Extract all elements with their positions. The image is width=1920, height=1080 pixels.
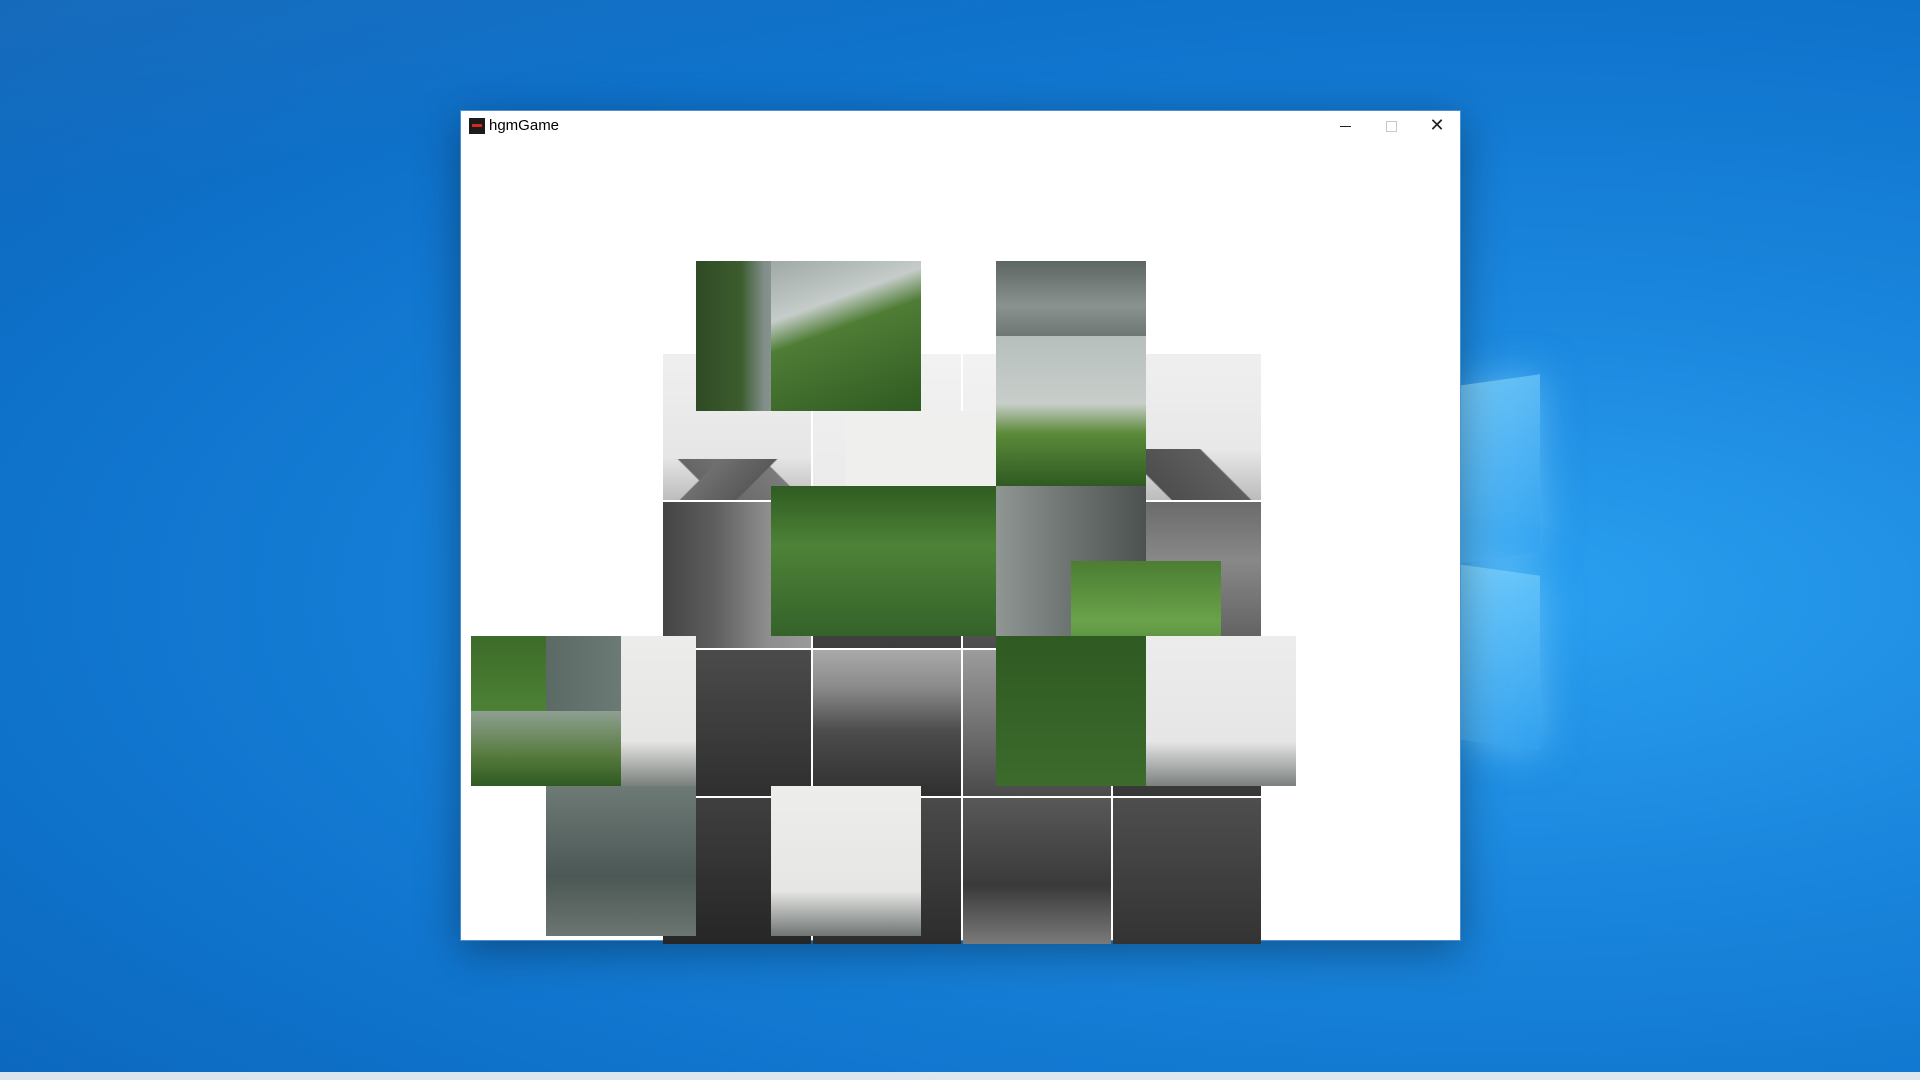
puzzle-tile[interactable]	[771, 786, 921, 936]
puzzle-tile[interactable]	[621, 636, 696, 786]
puzzle-tile[interactable]	[546, 786, 696, 936]
puzzle-tile[interactable]	[846, 411, 996, 486]
puzzle-tile[interactable]	[996, 636, 1146, 786]
puzzle-tile[interactable]	[1113, 798, 1261, 944]
puzzle-board	[461, 141, 1460, 944]
puzzle-tile[interactable]	[963, 798, 1111, 944]
puzzle-tile[interactable]	[996, 261, 1146, 336]
taskbar-edge	[0, 1072, 1920, 1080]
puzzle-tile[interactable]	[996, 336, 1146, 486]
app-icon	[469, 118, 485, 134]
game-window: hgmGame ✕	[460, 110, 1461, 944]
puzzle-tile[interactable]	[1146, 636, 1296, 786]
puzzle-tile[interactable]	[771, 486, 996, 636]
minimize-button[interactable]	[1322, 111, 1368, 141]
window-title: hgmGame	[489, 117, 560, 134]
puzzle-tile[interactable]	[471, 711, 621, 786]
maximize-icon	[1385, 120, 1397, 132]
maximize-button[interactable]	[1368, 111, 1414, 141]
puzzle-tile[interactable]	[813, 650, 961, 796]
title-bar[interactable]: hgmGame ✕	[461, 111, 1460, 141]
close-button[interactable]: ✕	[1414, 111, 1460, 141]
minimize-icon	[1339, 125, 1351, 127]
puzzle-tile[interactable]	[771, 261, 921, 411]
close-icon: ✕	[1429, 115, 1445, 136]
